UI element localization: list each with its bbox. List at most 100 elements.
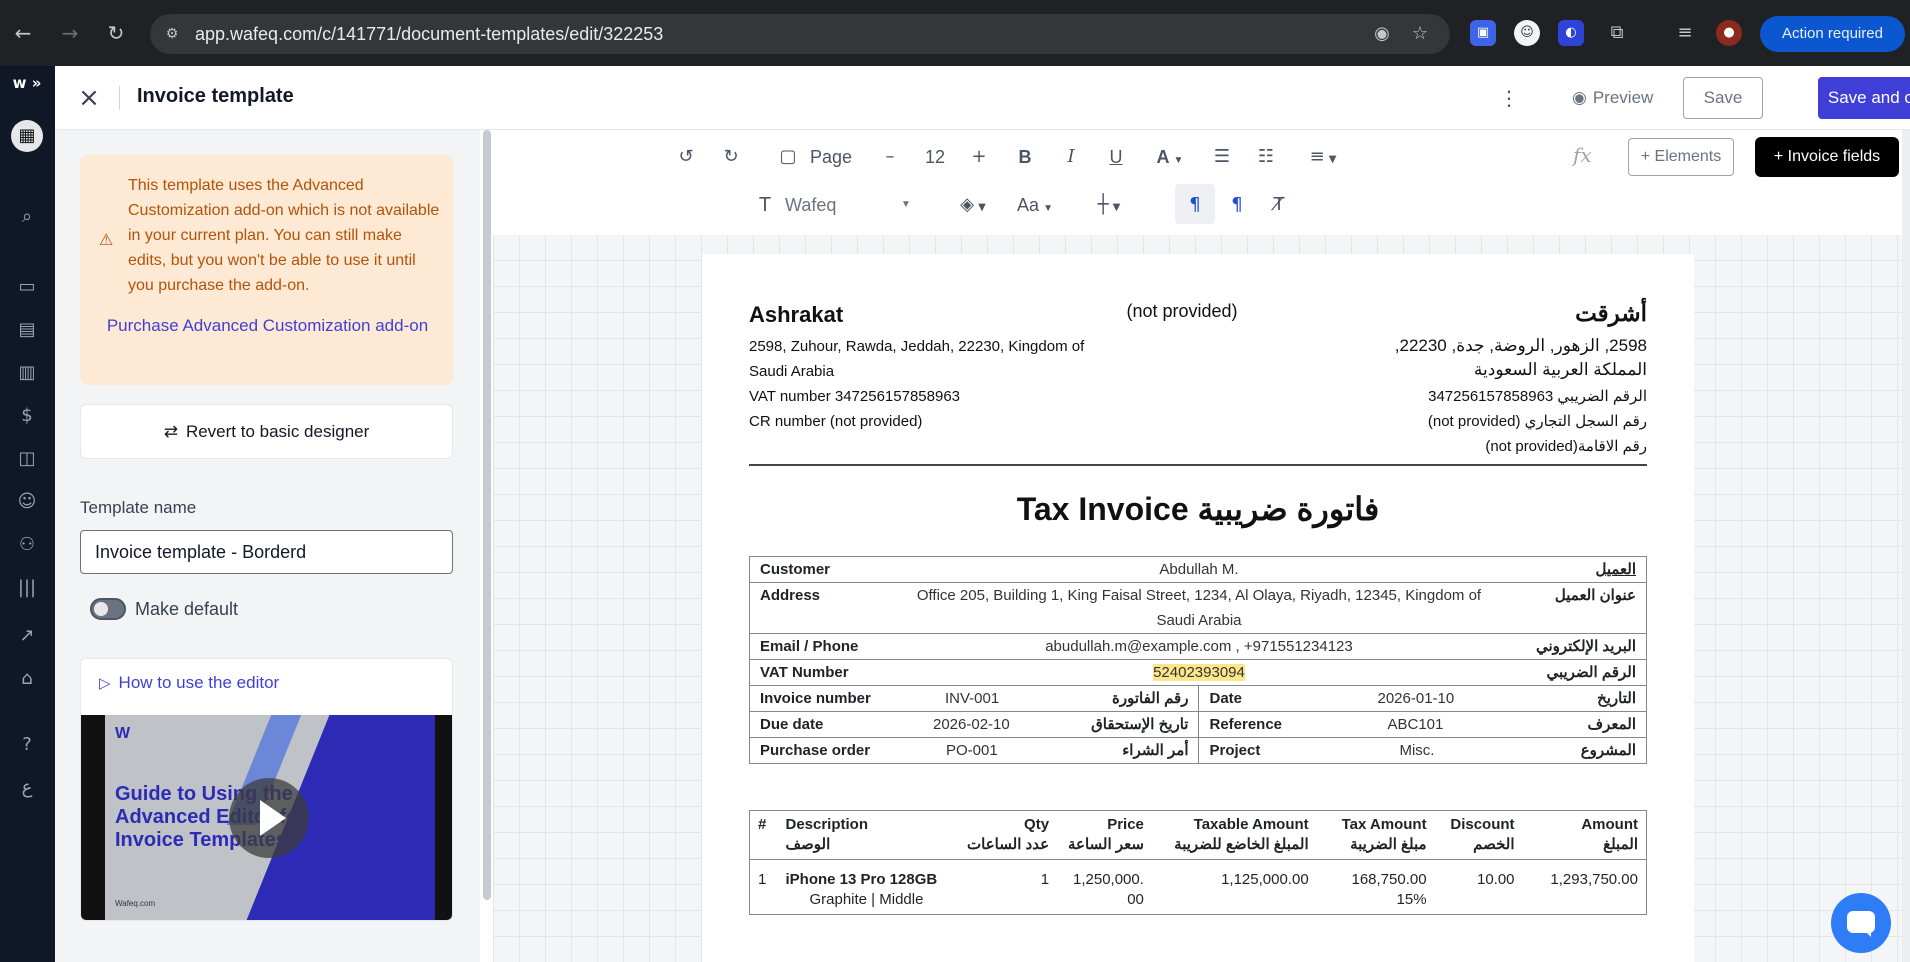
extension-icon[interactable]: ▣ (1470, 20, 1496, 46)
rtl-direction-icon[interactable]: ¶ (1223, 191, 1251, 219)
extension-icon[interactable]: ◐ (1558, 20, 1584, 46)
forward-icon[interactable]: → (55, 18, 85, 48)
howto-card: ▷ How to use the editor W Guide to Using … (80, 658, 453, 921)
make-default-toggle[interactable] (90, 598, 126, 620)
play-icon (260, 800, 286, 836)
borders-icon[interactable]: ┼ ▼ (1087, 191, 1131, 219)
font-family-select[interactable]: Wafeq ▼ (785, 191, 915, 219)
tutorial-video[interactable]: W Guide to Using the Advanced Editor for… (81, 715, 452, 920)
chat-icon-tail (1863, 929, 1871, 937)
play-circle-icon: ▷ (99, 674, 111, 692)
formula-icon[interactable]: fx (1573, 143, 1592, 167)
site-settings-icon[interactable]: ⚙ (162, 24, 182, 44)
payroll-icon[interactable]: ⚇ (10, 528, 44, 562)
bullet-list-icon[interactable]: ☰ (1208, 143, 1236, 171)
highlight-color-icon[interactable]: ◈ ▼ (951, 191, 995, 219)
action-required-button[interactable]: Action required (1760, 16, 1905, 52)
template-name-label: Template name (80, 498, 197, 517)
col-qty-en: Qty (1024, 816, 1050, 833)
address-bar[interactable]: ⚙ app.wafeq.com/c/141771/document-templa… (150, 14, 1450, 54)
inbox-icon[interactable]: ▭ (10, 270, 44, 304)
col-taxable: Taxable Amount المبلغ الخاضع للضريبة (1151, 810, 1317, 860)
play-button[interactable] (229, 778, 309, 858)
revert-basic-designer-button[interactable]: ⇄ Revert to basic designer (80, 404, 453, 459)
puzzle-icon[interactable]: ⧉ (1604, 20, 1630, 46)
document-title: Tax Invoice فاتورة ضريبية (1016, 491, 1380, 527)
bold-icon[interactable]: B (1013, 143, 1037, 171)
page-icon[interactable]: ▢ (773, 143, 803, 171)
field-pair: Date 2026-01-10 التاريخ (1198, 685, 1647, 712)
profile-avatar[interactable]: ● (1716, 20, 1742, 46)
page-selector[interactable]: Page (806, 143, 856, 171)
chevron-down-icon: ▼ (901, 199, 911, 210)
undo-icon[interactable]: ↺ (673, 143, 699, 171)
text-color-icon[interactable]: A ▼ (1148, 143, 1192, 171)
align-icon[interactable]: ≡ ▼ (1301, 143, 1345, 171)
revert-label: Revert to basic designer (185, 422, 370, 441)
preview-button[interactable]: ◉ Preview (1560, 80, 1665, 116)
vat-label: VAT Number (749, 659, 900, 686)
howto-link[interactable]: ▷ How to use the editor (99, 673, 279, 693)
redo-icon[interactable]: ↻ (718, 143, 744, 171)
panel-scrollbar[interactable] (483, 130, 491, 900)
font-size-value[interactable]: 12 (920, 143, 950, 171)
page-title: Invoice template (137, 85, 294, 107)
address-label: Address (749, 582, 900, 634)
invoice-fields-button[interactable]: + Invoice fields (1755, 137, 1899, 177)
save-and-close-button[interactable]: Save and close (1818, 77, 1910, 119)
template-name-input[interactable] (80, 530, 453, 574)
close-icon[interactable]: × (73, 82, 105, 114)
trend-icon[interactable]: ↗ (10, 619, 44, 653)
col-discount-en: Discount (1450, 816, 1515, 833)
bag-icon[interactable]: ◫ (10, 442, 44, 476)
more-options-icon[interactable]: ⋮ (1497, 84, 1521, 112)
due-date-label: Due date (760, 716, 824, 733)
help-icon[interactable]: ? (10, 728, 44, 762)
reload-icon[interactable]: ↻ (101, 18, 131, 48)
project-value: Misc. (1399, 742, 1435, 759)
decrease-font-icon[interactable]: – (878, 143, 902, 171)
col-discount: Discount الخصم (1434, 810, 1523, 860)
addon-warning-box: ⚠ This template uses the Advanced Custom… (80, 155, 453, 385)
media-icon[interactable]: ≡ (1672, 20, 1698, 46)
extension-icon[interactable]: ☺ (1514, 20, 1540, 46)
money-icon[interactable]: $ (10, 399, 44, 433)
invoice-document[interactable]: Ashrakat (not provided) أشرقت 2598, Zuho… (702, 254, 1694, 962)
reference-label-ar: المعرف (1587, 716, 1636, 733)
toggle-knob (94, 602, 108, 616)
items-header-row: # Description الوصف Qty عدد الساعات Price س… (749, 810, 1647, 860)
chat-support-button[interactable] (1831, 893, 1891, 953)
text-case-select[interactable]: Aa ▼ (1011, 191, 1059, 219)
header-divider-line (749, 464, 1647, 466)
company-icon[interactable]: ▦ (11, 120, 43, 152)
eye-icon[interactable]: ◉ (1370, 22, 1394, 46)
increase-font-icon[interactable]: + (967, 143, 991, 171)
dashboard-icon[interactable]: ▤ (10, 313, 44, 347)
ltr-direction-icon[interactable]: ¶ (1181, 191, 1209, 219)
date-value: 2026-01-10 (1377, 690, 1455, 707)
table-row: 1 iPhone 13 Pro 128GB Graphite | Middle 1… (750, 860, 1647, 915)
item-number: 1 (758, 871, 767, 888)
star-icon[interactable]: ☆ (1408, 22, 1432, 46)
reference-value: ABC101 (1387, 716, 1444, 733)
back-icon[interactable]: ← (8, 18, 38, 48)
reports-icon[interactable]: ▥ (10, 356, 44, 390)
purchase-addon-link[interactable]: Purchase Advanced Customization add-on (100, 313, 435, 339)
language-icon[interactable]: ع (10, 771, 44, 805)
barcode-icon[interactable]: ||| (10, 571, 44, 605)
bank-icon[interactable]: ⌂ (10, 662, 44, 696)
save-button[interactable]: Save (1683, 77, 1763, 119)
contacts-icon[interactable]: ☺ (10, 485, 44, 519)
clear-format-icon[interactable]: T̸ (1265, 191, 1293, 219)
col-taxable-ar: المبلغ الخاضع للضريبة (1174, 836, 1309, 853)
underline-icon[interactable]: U (1104, 143, 1128, 171)
add-elements-button[interactable]: + Elements (1628, 138, 1734, 176)
wafeq-logo-icon[interactable]: w » (10, 66, 44, 100)
numbered-list-icon[interactable]: ☷ (1252, 143, 1280, 171)
editor-toolbar: ↺ ↻ ▢ Page – 12 + B I U A ▼ ☰ ☷ ≡ ▼ fx + E… (493, 130, 1910, 235)
purchase-order-label-ar: أمر الشراء (1122, 742, 1189, 759)
table-row: Purchase order PO-001 أمر الشراء Project… (748, 737, 1647, 764)
search-icon[interactable]: ⌕ (10, 200, 44, 234)
canvas-scrollbar[interactable] (1902, 130, 1910, 962)
italic-icon[interactable]: I (1059, 143, 1083, 171)
